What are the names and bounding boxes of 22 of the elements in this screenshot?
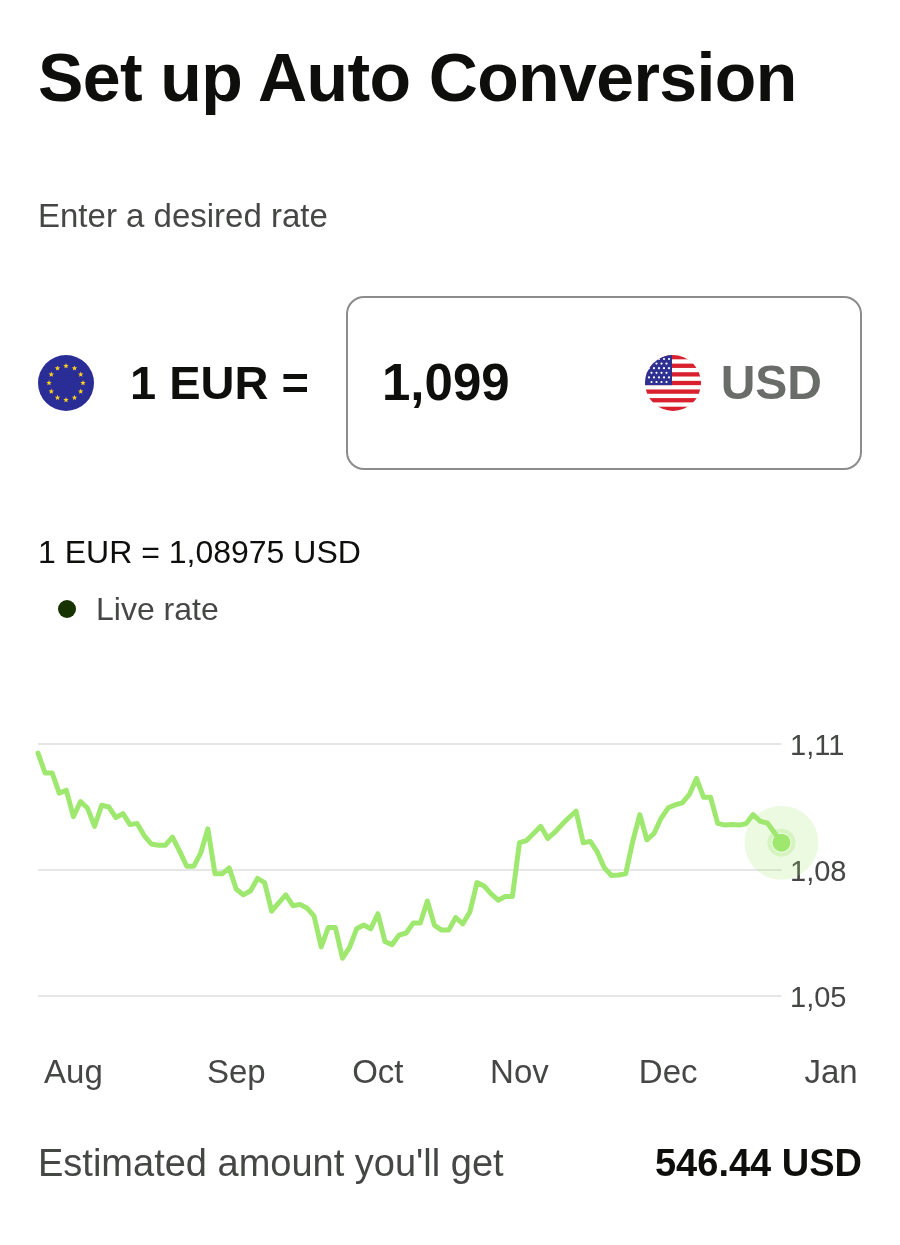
x-axis-label: Nov	[490, 1053, 549, 1090]
x-axis-label: Jan	[804, 1053, 858, 1090]
x-axis-label: Oct	[352, 1053, 404, 1090]
estimated-amount: 546.44 USD	[655, 1141, 862, 1185]
page-title: Set up Auto Conversion	[38, 38, 798, 117]
y-axis-label: 1,11	[790, 729, 845, 761]
y-axis-label: 1,08	[790, 855, 847, 887]
estimate-label: Estimated amount you'll get	[38, 1141, 504, 1185]
x-axis-label: Dec	[638, 1053, 698, 1090]
currency-label: USD	[720, 355, 822, 411]
rate-input-field[interactable]: 1,099 USD	[346, 296, 862, 470]
us-flag-icon	[644, 355, 701, 411]
live-rate-text: 1 EUR = 1,08975 USD	[38, 533, 362, 572]
status-dot-icon	[58, 600, 76, 618]
rate-value-input[interactable]: 1,099	[382, 353, 645, 413]
eu-flag-icon	[38, 355, 94, 411]
live-rate-label: Live rate	[96, 590, 219, 629]
x-axis-label: Aug	[44, 1053, 103, 1090]
y-axis-label: 1,05	[790, 981, 847, 1013]
base-amount-label: 1 EUR =	[130, 355, 309, 411]
x-axis-label: Sep	[206, 1053, 266, 1090]
rate-prompt: Enter a desired rate	[38, 196, 329, 236]
